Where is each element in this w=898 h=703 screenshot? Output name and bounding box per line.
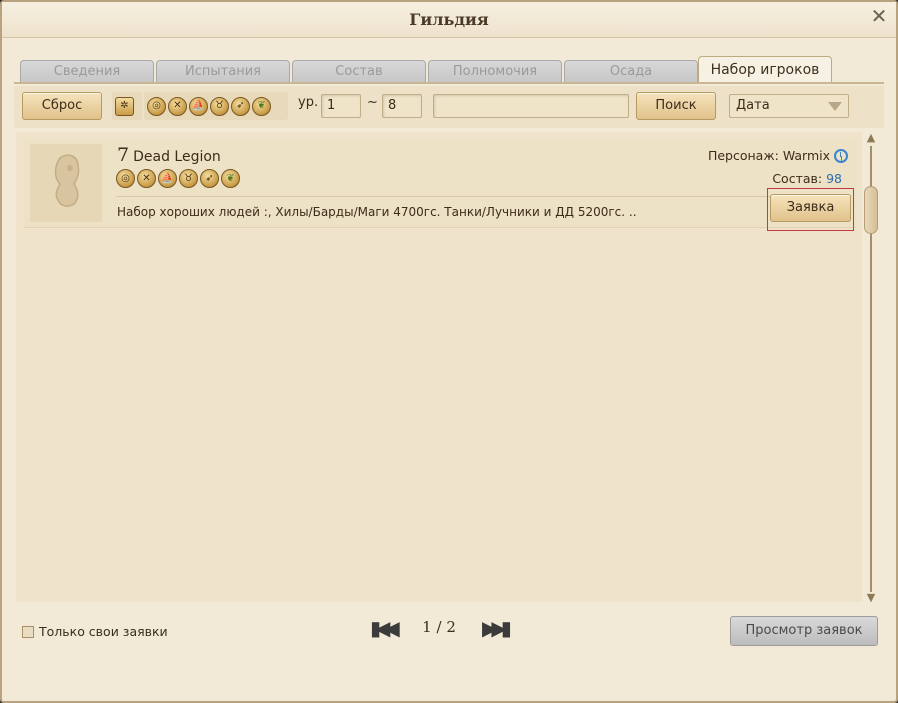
own-requests-checkbox[interactable] — [22, 626, 34, 638]
scroll-up-icon[interactable]: ▲ — [863, 132, 879, 144]
sprout-icon: ❦ — [221, 169, 240, 188]
guild-class-icons: ◎ ✕ ⛵ ♉ ➶ ❦ — [116, 169, 240, 188]
page-indicator: 1 / 2 — [402, 618, 476, 636]
level-min-input[interactable]: 1 — [321, 94, 361, 118]
guild-description: Набор хороших людей :, Хилы/Барды/Маги 4… — [117, 205, 637, 219]
members-count: 98 — [826, 171, 842, 186]
level-separator: ~ — [367, 95, 378, 110]
mask-icon: ♉ — [179, 169, 198, 188]
horn-icon[interactable]: ➶ — [231, 96, 250, 116]
class-filter-group: ◎ ✕ ⛵ ♉ ➶ ❦ — [144, 92, 288, 120]
search-input[interactable] — [433, 94, 629, 118]
sort-select-value: Дата — [736, 98, 770, 113]
chevron-down-icon — [828, 102, 842, 111]
tab-info[interactable]: Сведения — [20, 60, 154, 83]
crossed-swords-icon[interactable]: ✕ — [168, 96, 187, 116]
view-requests-button[interactable]: Просмотр заявок — [730, 616, 878, 646]
tab-recruitment[interactable]: Набор игроков — [698, 56, 832, 83]
alarm-clock-icon — [834, 148, 848, 163]
mask-icon[interactable]: ♉ — [210, 96, 229, 116]
crossed-swords-icon: ✕ — [137, 169, 156, 188]
horn-icon: ➶ — [200, 169, 219, 188]
sort-select[interactable]: Дата — [729, 94, 849, 118]
guild-emblem — [30, 144, 102, 222]
first-page-icon[interactable]: ▮◀◀ — [370, 615, 400, 641]
target-icon: ◎ — [116, 169, 135, 188]
scrollbar-thumb[interactable] — [864, 186, 878, 234]
target-icon[interactable]: ◎ — [147, 96, 166, 116]
close-icon[interactable]: ✕ — [868, 5, 890, 27]
tab-members[interactable]: Состав — [292, 60, 426, 83]
guild-leader: Персонаж: Warmix — [708, 148, 848, 163]
page-separator: / — [436, 618, 442, 636]
tab-siege[interactable]: Осада — [564, 60, 698, 83]
guild-list: 7 Dead Legion ◎ ✕ ⛵ ♉ ➶ ❦ Персонаж: Warmi… — [16, 132, 862, 602]
leader-name: Warmix — [782, 148, 830, 163]
tab-trials[interactable]: Испытания — [156, 60, 290, 83]
window-title: Гильдия — [409, 10, 489, 29]
apply-button[interactable]: Заявка — [770, 194, 851, 222]
title-bar: Гильдия ✕ — [2, 2, 896, 38]
guild-level: 7 — [117, 144, 130, 166]
members-label: Состав: — [772, 171, 823, 186]
ship-icon: ⛵ — [158, 169, 177, 188]
search-button[interactable]: Поиск — [636, 92, 716, 120]
tab-divider — [14, 82, 884, 84]
guild-members: Состав: 98 — [772, 171, 842, 186]
row-divider — [116, 196, 850, 197]
reset-button[interactable]: Сброс — [22, 92, 102, 120]
apply-highlight: Заявка — [767, 188, 854, 231]
guild-emblem-image — [30, 144, 102, 222]
own-requests-label: Только свои заявки — [39, 624, 168, 639]
filter-bar: Сброс ✲ ◎ ✕ ⛵ ♉ ➶ ❦ ур. 1 ~ 8 Поиск Дата — [14, 86, 884, 128]
page-total: 2 — [446, 618, 456, 636]
settings-group: ✲ — [112, 92, 142, 120]
tab-permissions[interactable]: Полномочия — [428, 60, 562, 83]
sprout-icon[interactable]: ❦ — [252, 96, 271, 116]
page-current: 1 — [422, 618, 432, 636]
last-page-icon[interactable]: ▶▶▮ — [482, 615, 512, 641]
scroll-down-icon[interactable]: ▼ — [863, 592, 879, 604]
level-max-input[interactable]: 8 — [382, 94, 422, 118]
guild-title: 7 Dead Legion — [117, 144, 221, 166]
guild-name: Dead Legion — [133, 149, 221, 165]
level-label: ур. — [298, 95, 319, 110]
guild-window: Гильдия ✕ Сведения Испытания Состав Полн… — [0, 0, 898, 703]
list-item[interactable]: 7 Dead Legion ◎ ✕ ⛵ ♉ ➶ ❦ Персонаж: Warmi… — [24, 138, 856, 231]
ship-icon[interactable]: ⛵ — [189, 96, 208, 116]
leader-label: Персонаж: — [707, 148, 779, 163]
gear-icon[interactable]: ✲ — [115, 96, 134, 116]
